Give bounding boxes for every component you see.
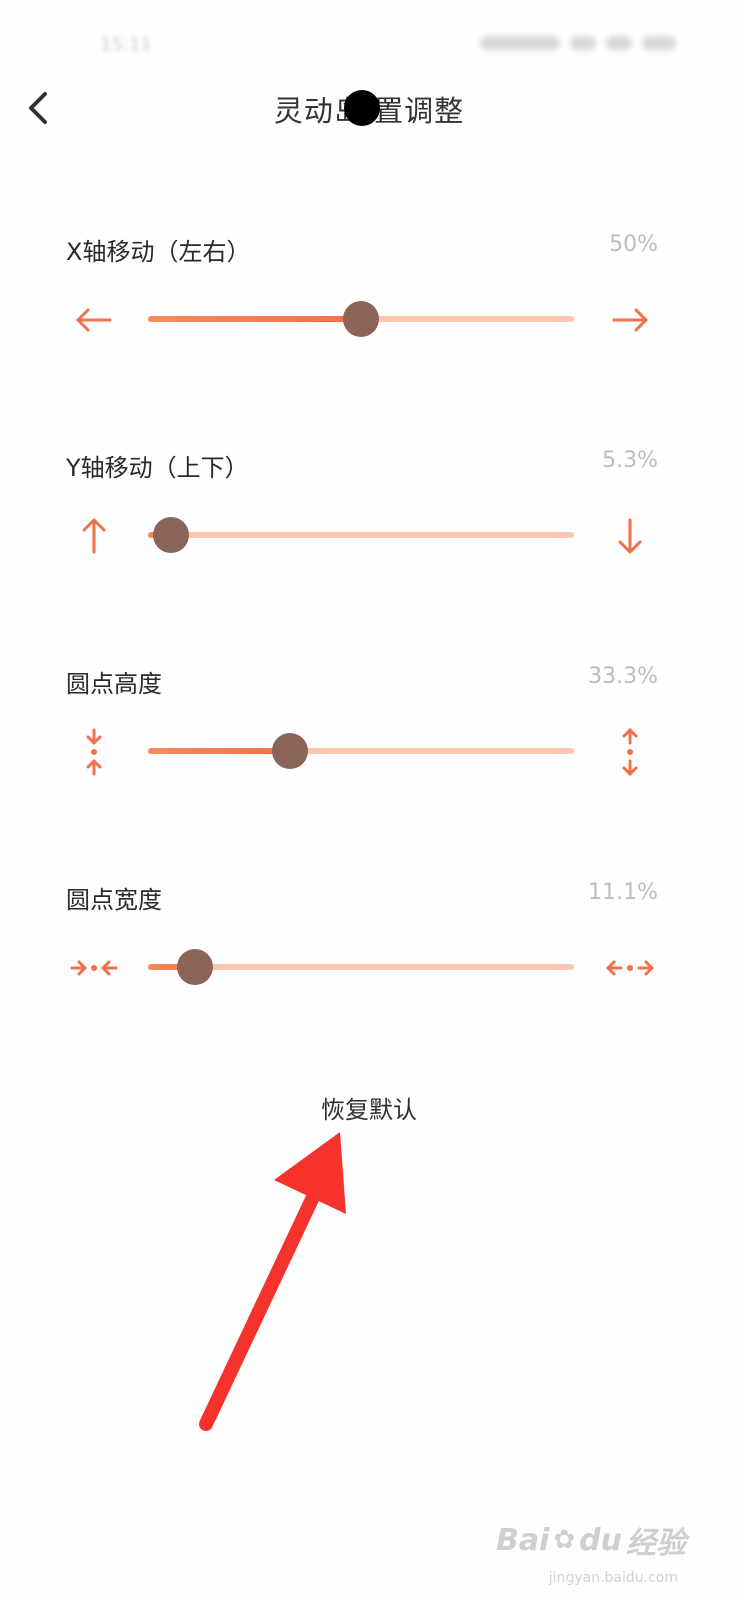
watermark-site: jingyan.baidu.com bbox=[548, 1570, 678, 1586]
expand-horizontal-icon bbox=[602, 940, 658, 996]
setting-label: Y轴移动（上下） bbox=[66, 454, 249, 482]
dot-height-slider[interactable] bbox=[148, 733, 574, 769]
baidu-jingyan-watermark: Bai ✿ du 经验 bbox=[496, 1518, 686, 1562]
expand-vertical-icon bbox=[602, 724, 658, 780]
arrow-down-icon bbox=[602, 508, 658, 564]
setting-dot-height: 圆点高度 33.3% bbox=[0, 664, 738, 814]
setting-value: 5.3% bbox=[602, 448, 658, 473]
x-axis-slider[interactable] bbox=[148, 301, 574, 337]
arrow-up-icon bbox=[66, 508, 122, 564]
y-axis-slider[interactable] bbox=[148, 517, 574, 553]
slider-thumb[interactable] bbox=[177, 949, 214, 985]
slider-thumb[interactable] bbox=[271, 733, 308, 769]
redaction-dot bbox=[344, 90, 380, 126]
setting-y-axis: Y轴移动（上下） 5.3% bbox=[0, 448, 738, 598]
setting-value: 33.3% bbox=[588, 664, 658, 689]
signal-icon bbox=[570, 36, 596, 50]
watermark-brand-suffix: du bbox=[579, 1522, 622, 1558]
status-icons bbox=[480, 36, 676, 50]
arrow-right-icon bbox=[602, 292, 658, 348]
battery-icon bbox=[642, 36, 676, 50]
setting-label: X轴移动（左右） bbox=[66, 238, 251, 266]
arrow-left-icon bbox=[66, 292, 122, 348]
dot-width-slider[interactable] bbox=[148, 949, 574, 985]
compress-horizontal-icon bbox=[66, 940, 122, 996]
setting-dot-width: 圆点宽度 11.1% bbox=[0, 880, 738, 1030]
settings-screen: 15:11 灵动岛 置调整 X轴移动（左右） 50% Y轴移动（上下） 5.3%… bbox=[0, 0, 738, 1600]
setting-x-axis: X轴移动（左右） 50% bbox=[0, 232, 738, 382]
compress-vertical-icon bbox=[66, 724, 122, 780]
watermark-cn: 经验 bbox=[626, 1526, 686, 1561]
wifi-icon bbox=[606, 36, 632, 50]
slider-track bbox=[148, 532, 574, 538]
slider-fill bbox=[148, 748, 290, 754]
slider-thumb[interactable] bbox=[152, 517, 189, 553]
restore-default-button[interactable]: 恢复默认 bbox=[0, 1090, 738, 1125]
watermark-brand: Bai bbox=[495, 1522, 550, 1558]
network-speed-icon bbox=[480, 36, 560, 50]
setting-value: 11.1% bbox=[588, 880, 658, 905]
setting-label: 圆点高度 bbox=[66, 670, 162, 698]
paw-icon: ✿ bbox=[553, 1525, 576, 1555]
slider-fill bbox=[148, 316, 361, 322]
setting-value: 50% bbox=[609, 232, 658, 257]
setting-label: 圆点宽度 bbox=[66, 886, 162, 914]
status-bar: 15:11 bbox=[0, 28, 738, 62]
slider-thumb[interactable] bbox=[343, 301, 379, 337]
status-time: 15:11 bbox=[100, 34, 152, 55]
